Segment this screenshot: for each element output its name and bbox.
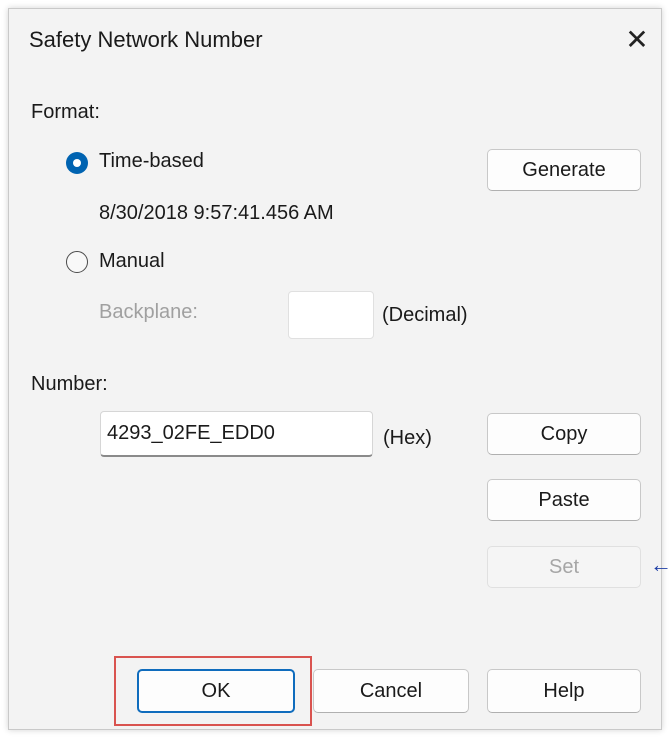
- format-label: Format:: [31, 101, 100, 123]
- backplane-label: Backplane:: [99, 301, 198, 323]
- ok-button[interactable]: OK: [137, 669, 295, 713]
- paste-button[interactable]: Paste: [487, 479, 641, 521]
- dialog-title: Safety Network Number: [29, 27, 263, 52]
- help-button[interactable]: Help: [487, 669, 641, 713]
- set-button[interactable]: Set: [487, 546, 641, 588]
- manual-radio[interactable]: [66, 251, 88, 273]
- decimal-label: (Decimal): [382, 304, 468, 326]
- manual-label[interactable]: Manual: [99, 250, 165, 273]
- cancel-button[interactable]: Cancel: [313, 669, 469, 713]
- hex-label: (Hex): [383, 427, 432, 449]
- close-icon[interactable]: ✕: [617, 21, 657, 57]
- generate-button[interactable]: Generate: [487, 149, 641, 191]
- title-bar: Safety Network Number ✕: [9, 9, 661, 71]
- backplane-input[interactable]: [288, 291, 374, 339]
- time-based-radio[interactable]: [66, 152, 88, 174]
- safety-network-number-dialog: Safety Network Number ✕ Format: Time-bas…: [8, 8, 662, 730]
- number-label: Number:: [31, 373, 108, 395]
- copy-button[interactable]: Copy: [487, 413, 641, 455]
- number-input[interactable]: [100, 411, 373, 457]
- set-pointer-arrow-icon: ←: [650, 552, 670, 577]
- time-based-label[interactable]: Time-based: [99, 150, 204, 173]
- timestamp-text: 8/30/2018 9:57:41.456 AM: [99, 202, 334, 224]
